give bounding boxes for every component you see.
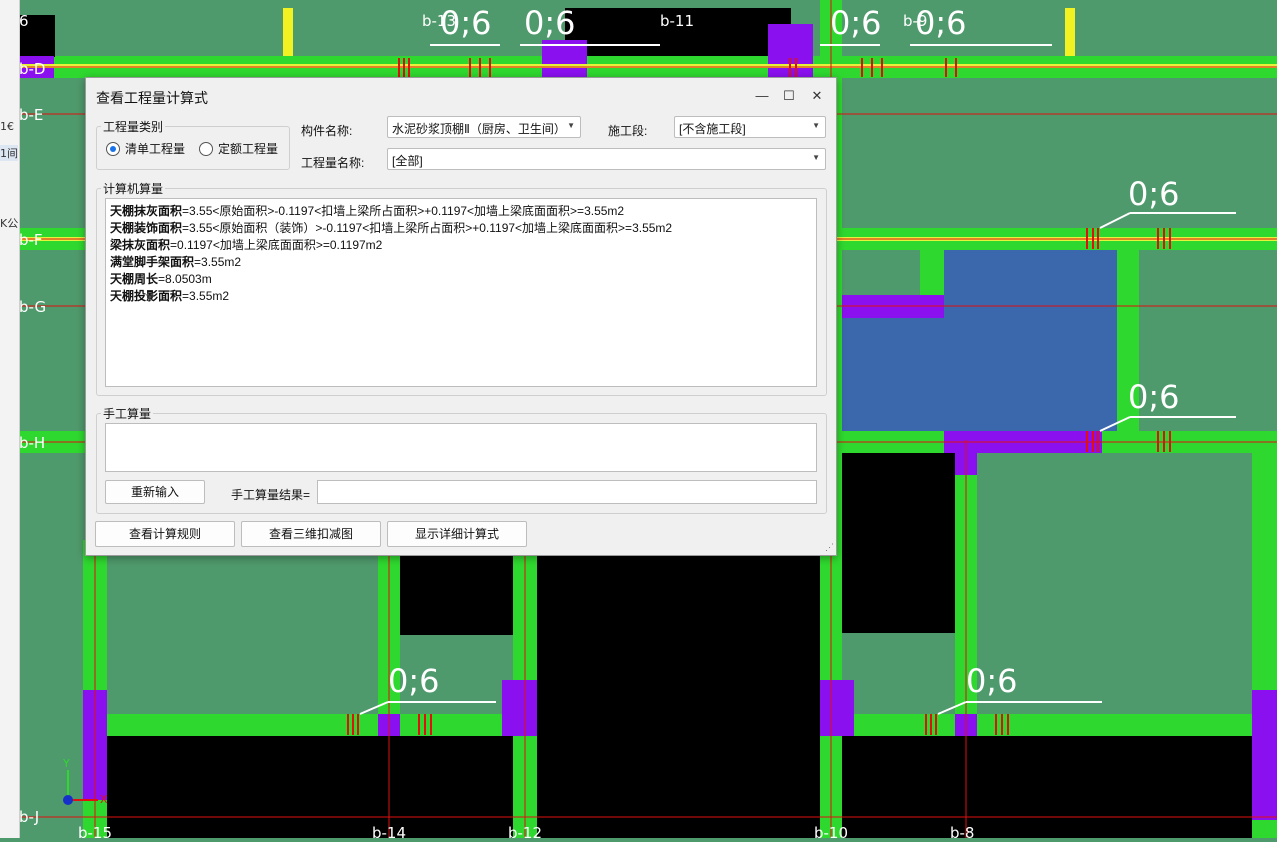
resize-grip-icon[interactable]: ⋰ <box>825 542 834 553</box>
close-button[interactable]: ✕ <box>806 86 828 106</box>
axis-y-label: Y <box>63 757 70 770</box>
grid-label-bottom: b-14 <box>372 824 407 842</box>
dimension-label: 0;6 <box>966 662 1018 700</box>
radio-quota-quantity[interactable]: 定额工程量 <box>199 140 278 157</box>
radio-checked-icon <box>106 141 120 156</box>
dimension-label: 0;6 <box>1128 378 1180 416</box>
radio-unchecked-icon <box>199 141 213 156</box>
dialog-title: 查看工程量计算式 <box>96 90 208 106</box>
computer-calc-legend: 计算机算量 <box>103 182 164 196</box>
radio-bill-quantity[interactable]: 清单工程量 <box>106 140 185 157</box>
construction-stage-value: [不含施工段] <box>679 122 746 136</box>
grid-label-bottom: b-8 <box>950 824 975 842</box>
construction-stage-label: 施工段: <box>608 124 648 138</box>
dimension-label: 0;6 <box>388 662 440 700</box>
grid-label-bottom: b-15 <box>78 824 113 842</box>
construction-stage-select[interactable]: [不含施工段] ▼ <box>674 116 826 138</box>
calc-line: 满堂脚手架面积=3.55m2 <box>110 255 242 269</box>
calc-line: 天棚周长=8.0503m <box>110 272 212 286</box>
left-panel-text: 1间 <box>0 145 18 161</box>
view-3d-button[interactable]: 查看三维扣减图 <box>241 521 381 547</box>
maximize-button[interactable]: ☐ <box>778 86 800 106</box>
reenter-button[interactable]: 重新输入 <box>105 480 205 504</box>
manual-result-label: 手工算量结果= <box>231 488 311 502</box>
calc-line: 梁抹灰面积=0.1197<加墙上梁底面面积>=0.1197m2 <box>110 238 383 252</box>
chevron-down-icon: ▼ <box>567 121 575 130</box>
manual-result-field[interactable] <box>317 480 817 504</box>
quantity-name-select[interactable]: [全部] ▼ <box>387 148 826 170</box>
dimension-label: 0;6 <box>830 4 882 42</box>
axis-x-label: X <box>100 793 108 806</box>
left-panel-strip: 1€ 1间 K公 <box>0 0 20 838</box>
calc-line: 天棚投影面积=3.55m2 <box>110 289 230 303</box>
component-name-select[interactable]: 水泥砂浆顶棚Ⅱ（厨房、卫生间） ▼ <box>387 116 581 138</box>
quantity-type-legend: 工程量类别 <box>103 120 164 134</box>
radio-label: 定额工程量 <box>218 142 279 156</box>
grid-label-side: b-F <box>19 231 43 249</box>
chevron-down-icon: ▼ <box>812 121 820 130</box>
radio-label: 清单工程量 <box>125 142 186 156</box>
grid-label-side: b-G <box>19 298 47 316</box>
grid-label-top: 6 <box>19 12 29 30</box>
grid-label-bottom: b-12 <box>508 824 543 842</box>
grid-label-side: b-H <box>19 434 46 452</box>
component-name-value: 水泥砂浆顶棚Ⅱ（厨房、卫生间） <box>392 122 566 136</box>
grid-label-bottom: b-10 <box>814 824 849 842</box>
chevron-down-icon: ▼ <box>812 153 820 162</box>
grid-label-side: b-D <box>19 60 46 78</box>
dimension-label: 0;6 <box>915 4 967 42</box>
show-detail-button[interactable]: 显示详细计算式 <box>387 521 527 547</box>
minimize-button[interactable]: — <box>751 86 773 106</box>
quantity-formula-dialog: 查看工程量计算式 — ☐ ✕ 工程量类别 清单工程量 定额工程量 构件名称: 水… <box>85 77 837 556</box>
quantity-name-value: [全部] <box>392 154 423 168</box>
dimension-label: 0;6 <box>524 4 576 42</box>
grid-label-side: b-J <box>19 808 40 826</box>
dimension-label: 0;6 <box>1128 175 1180 213</box>
view-rules-button[interactable]: 查看计算规则 <box>95 521 235 547</box>
calc-line: 天棚抹灰面积=3.55<原始面积>-0.1197<扣墙上梁所占面积>+0.119… <box>110 204 625 218</box>
manual-calc-input[interactable] <box>105 423 817 472</box>
grid-label-side: b-E <box>19 106 44 124</box>
quantity-name-label: 工程量名称: <box>301 156 365 170</box>
calc-line: 天棚装饰面积=3.55<原始面积（装饰）>-0.1197<扣墙上梁所占面积>+0… <box>110 221 673 235</box>
left-panel-text: K公 <box>0 217 19 230</box>
left-panel-text: 1€ <box>0 120 14 133</box>
grid-label-top: b-11 <box>660 12 695 30</box>
component-name-label: 构件名称: <box>301 124 353 138</box>
manual-calc-legend: 手工算量 <box>103 407 152 421</box>
computer-calc-textarea[interactable]: 天棚抹灰面积=3.55<原始面积>-0.1197<扣墙上梁所占面积>+0.119… <box>105 198 817 387</box>
dimension-label: 0;6 <box>440 4 492 42</box>
